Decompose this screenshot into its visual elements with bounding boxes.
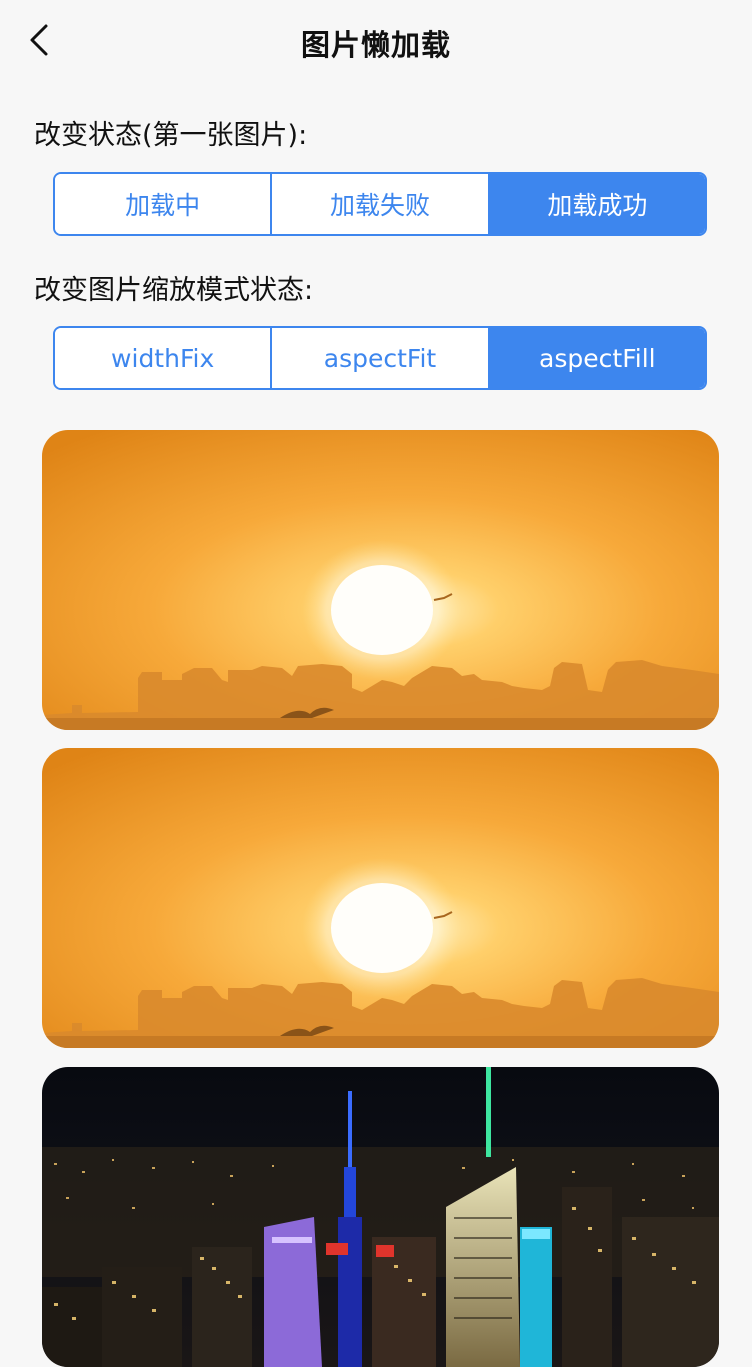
- mode-option-aspectfit[interactable]: aspectFit: [270, 328, 488, 388]
- page-title: 图片懒加载: [300, 28, 451, 62]
- lazy-image-3: [42, 1067, 719, 1367]
- status-option-loading[interactable]: 加载中: [55, 174, 271, 234]
- mode-section-label: 改变图片缩放模式状态:: [34, 275, 314, 306]
- status-segmented-control: 加载中 加载失败 加载成功: [53, 172, 707, 236]
- mode-option-aspectfill[interactable]: aspectFill: [487, 328, 705, 388]
- lazy-image-1: [42, 430, 719, 730]
- status-section-label: 改变状态(第一张图片):: [34, 120, 308, 151]
- mode-option-widthfix[interactable]: widthFix: [55, 328, 271, 388]
- lazy-image-2: [42, 748, 719, 1048]
- nav-bar: 图片懒加载: [0, 0, 752, 86]
- status-option-failed[interactable]: 加载失败: [270, 174, 488, 234]
- mode-segmented-control: widthFix aspectFit aspectFill: [53, 326, 707, 390]
- status-option-success[interactable]: 加载成功: [487, 174, 705, 234]
